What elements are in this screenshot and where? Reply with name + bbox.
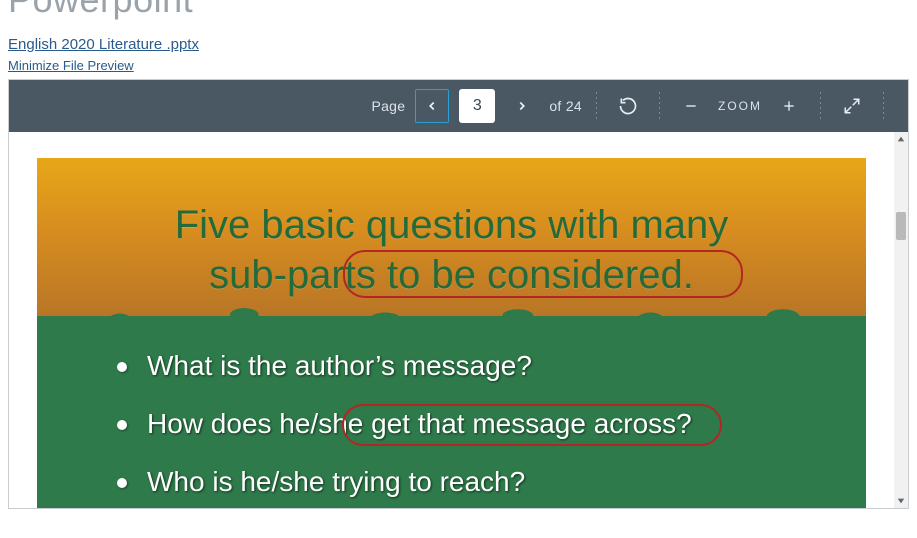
- chevron-right-icon: [515, 99, 529, 113]
- slide-bullet: Who is he/she trying to reach?: [117, 466, 826, 498]
- scrollbar-thumb[interactable]: [896, 212, 906, 240]
- minus-icon: [683, 98, 699, 114]
- annotation-oval: [342, 404, 722, 446]
- annotation-oval: [343, 250, 743, 298]
- toolbar-separator: [659, 92, 660, 120]
- zoom-group: ZOOM: [674, 89, 806, 123]
- vertical-scrollbar[interactable]: [894, 132, 908, 508]
- page-title: Powerpoint: [0, 0, 917, 18]
- file-link[interactable]: English 2020 Literature .pptx: [8, 36, 199, 53]
- minimize-preview-link[interactable]: Minimize File Preview: [8, 58, 134, 73]
- zoom-out-button[interactable]: [674, 89, 708, 123]
- scroll-up-button[interactable]: [894, 132, 908, 146]
- next-page-button[interactable]: [505, 89, 539, 123]
- page-label: Page: [371, 98, 405, 114]
- toolbar-separator: [820, 92, 821, 120]
- page-nav-group: Page 3 of 24: [371, 89, 582, 123]
- scroll-down-button[interactable]: [894, 494, 908, 508]
- toolbar-separator: [883, 92, 884, 120]
- page-number-input[interactable]: 3: [459, 89, 495, 123]
- page-total-label: of 24: [549, 98, 582, 114]
- prev-page-button[interactable]: [415, 89, 449, 123]
- slide: Five basic questions with many sub-parts…: [37, 158, 866, 508]
- plus-icon: [781, 98, 797, 114]
- toolbar-separator: [596, 92, 597, 120]
- rotate-icon: [618, 96, 638, 116]
- caret-down-icon: [897, 497, 905, 505]
- fullscreen-button[interactable]: [835, 89, 869, 123]
- slide-title-line1: Five basic questions with many: [175, 203, 729, 247]
- zoom-in-button[interactable]: [772, 89, 806, 123]
- rotate-button[interactable]: [611, 89, 645, 123]
- slide-bullet: What is the author’s message?: [117, 350, 826, 382]
- viewer-toolbar: Page 3 of 24 ZOOM: [9, 80, 908, 132]
- chevron-left-icon: [425, 99, 439, 113]
- fullscreen-icon: [843, 97, 861, 115]
- caret-up-icon: [897, 135, 905, 143]
- file-preview-viewer: Page 3 of 24 ZOOM: [8, 79, 909, 509]
- slide-scroll-area: Five basic questions with many sub-parts…: [9, 132, 894, 508]
- zoom-label: ZOOM: [718, 99, 762, 113]
